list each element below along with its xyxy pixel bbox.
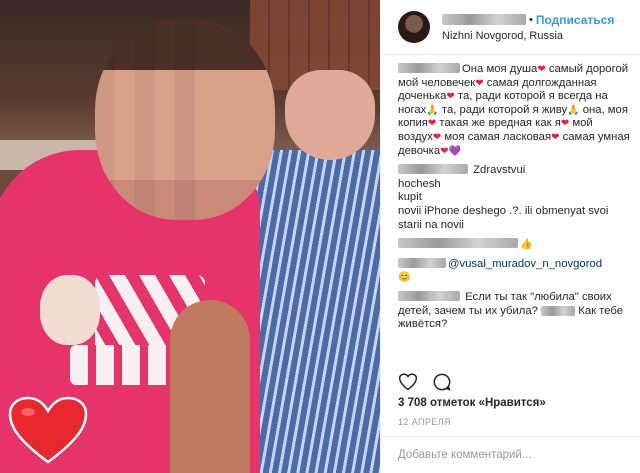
heart-emoji-icon: ❤ (432, 131, 442, 143)
separator-dot: • (529, 13, 533, 26)
comment-username-blurred[interactable] (398, 238, 518, 249)
heart-emoji-icon: ❤ (440, 145, 449, 157)
photo-child-hand (40, 275, 100, 345)
post-header-text: • Подписаться Nizhni Novgorod, Russia (442, 13, 614, 42)
post-header: • Подписаться Nizhni Novgorod, Russia (381, 0, 640, 55)
photo-pixelated-face (95, 20, 275, 220)
heart-emoji-icon: ❤ (446, 91, 455, 103)
comment-text: та, ради которой я живу (438, 103, 568, 116)
photo-hand (285, 70, 375, 160)
comment-username-blurred[interactable] (398, 63, 460, 73)
heart-emoji-icon: ❤ (475, 77, 484, 89)
comment-item: @vusal_muradov_n_novgorod 😊 (398, 257, 630, 285)
purple-heart-icon: 💜 (448, 145, 461, 157)
comment-text: novii iPhone deshego .?. ili obmenyat sv… (398, 204, 609, 231)
post-photo[interactable] (0, 0, 380, 473)
comments-list: Она моя душа❤ самый дорогой мой человече… (381, 55, 640, 370)
heart-outline-icon (398, 373, 418, 391)
smile-icon: 😊 (398, 272, 411, 284)
comment-username-blurred[interactable] (398, 164, 468, 175)
likes-count[interactable]: 3 708 отметок «Нравится» (398, 397, 546, 409)
add-comment-input[interactable] (398, 449, 618, 461)
comment-item: Если ты так "любила" своих детей, зачем … (398, 290, 630, 332)
comment-text: kupit (398, 191, 422, 204)
praying-hands-icon: 🙏 (567, 104, 580, 116)
comment-username-blurred[interactable] (398, 290, 460, 301)
like-button[interactable] (398, 372, 418, 392)
comment-button[interactable] (432, 372, 452, 392)
comment-item: Zdravstvui hochesh kupit novii iPhone deshe… (398, 164, 630, 232)
photo-arm (170, 300, 250, 473)
post-header-top: • Подписаться (442, 13, 614, 27)
thumbs-up-icon: 👍 (520, 239, 533, 251)
avatar[interactable] (398, 11, 430, 43)
heart-emoji-icon: ❤ (537, 64, 546, 75)
comment-text: Zdravstvui (470, 164, 526, 177)
comment-text: такая же вредная как я (436, 117, 561, 130)
username-blurred[interactable] (442, 14, 526, 25)
mention-link[interactable]: @vusal_muradov_n_novgorod (448, 258, 602, 270)
heart-icon (8, 396, 88, 464)
heart-emoji-icon: ❤ (560, 118, 570, 130)
post-date[interactable]: 12 апреля (398, 417, 451, 427)
praying-hands-icon: 🙏 (426, 104, 439, 116)
add-comment-bar (381, 436, 640, 473)
speech-bubble-icon (433, 373, 451, 391)
post-actions (398, 372, 452, 392)
comment-text: Она моя душа (462, 63, 538, 75)
post-side-panel: • Подписаться Nizhni Novgorod, Russia Он… (380, 0, 640, 473)
comment-text: моя самая ласковая (441, 130, 552, 143)
location-link[interactable]: Nizhni Novgorod, Russia (442, 30, 614, 42)
comment-item: Она моя душа❤ самый дорогой мой человече… (398, 63, 630, 158)
comment-text: hochesh (398, 177, 441, 190)
comment-username-blurred[interactable] (398, 257, 446, 268)
follow-button[interactable]: Подписаться (536, 13, 614, 27)
blurred-name (541, 305, 576, 316)
comment-item: 👍 (398, 238, 630, 252)
